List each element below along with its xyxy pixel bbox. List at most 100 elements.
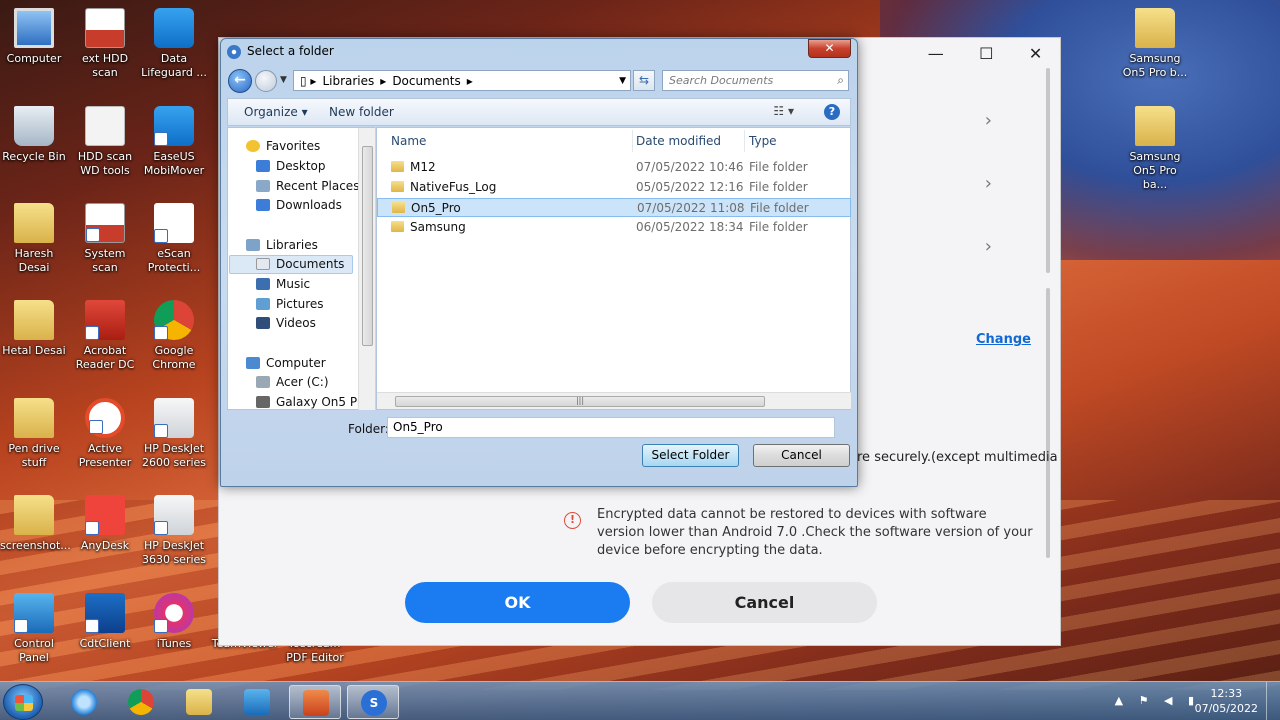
desktop-icon-ext-hdd-scan[interactable]: ext HDD scan — [71, 8, 139, 80]
desktop-icon-control-panel[interactable]: Control Panel — [0, 593, 68, 665]
smart-switch-icon: S — [361, 690, 387, 716]
desktop-icon-screenshot[interactable]: screenshot... — [0, 495, 71, 553]
show-desktop-button[interactable] — [1266, 682, 1280, 720]
system-tray[interactable]: ▲ ⚑ ◀ ▮ — [1115, 694, 1200, 707]
cancel-button[interactable]: Cancel — [652, 582, 877, 623]
taskbar-internet-explorer[interactable] — [58, 685, 110, 719]
change-link[interactable]: Change — [976, 332, 1031, 347]
desktop-icon-computer[interactable]: Computer — [0, 8, 68, 66]
taskbar-explorer[interactable] — [173, 685, 225, 719]
desktop-icon-itunes[interactable]: iTunes — [140, 593, 208, 651]
desktop-icon-label: HP DeskJet 2600 series — [141, 442, 207, 469]
close-button[interactable]: ✕ — [1029, 44, 1042, 63]
desktop-icon-active-presenter[interactable]: Active Presenter — [71, 398, 139, 470]
desktop-icon-samsung-on5-pro-b[interactable]: Samsung On5 Pro b... — [1121, 8, 1189, 80]
search-input[interactable]: Search Documents ⌕ — [662, 70, 849, 91]
horizontal-scrollbar-thumb[interactable]: ||| — [395, 396, 765, 407]
desktop-icon-hp-deskjet-3630-series[interactable]: HP DeskJet 3630 series — [140, 495, 208, 567]
recent-locations-dropdown[interactable]: ▼ — [280, 75, 287, 85]
column-divider[interactable] — [744, 130, 745, 152]
anydesk-icon — [85, 495, 125, 535]
taskbar-control-panel[interactable] — [231, 685, 283, 719]
folder-name-input[interactable]: On5_Pro — [387, 417, 835, 438]
scrollbar[interactable] — [1046, 68, 1050, 273]
clock[interactable]: 12:33 07/05/2022 — [1195, 686, 1258, 716]
nav-downloads[interactable]: Downloads — [256, 198, 342, 212]
taskbar-app-orange[interactable] — [289, 685, 341, 719]
file-row[interactable]: NativeFus_Log 05/05/2022 12:16 File folder — [377, 178, 851, 197]
refresh-button[interactable]: ⇆ — [633, 70, 655, 91]
chevron-right-icon[interactable]: › — [985, 110, 992, 131]
library-icon: ▯ ▸ — [300, 73, 317, 88]
nav-acer-drive[interactable]: Acer (C:) — [256, 375, 329, 389]
file-row[interactable]: Samsung 06/05/2022 18:34 File folder — [377, 218, 851, 237]
horizontal-scrollbar[interactable]: ||| — [377, 392, 851, 409]
help-icon[interactable]: ? — [824, 104, 840, 120]
desktop-icon-google-chrome[interactable]: Google Chrome — [140, 300, 208, 372]
column-name[interactable]: Name — [391, 128, 426, 154]
nav-pictures[interactable]: Pictures — [256, 297, 324, 311]
star-icon — [246, 140, 260, 152]
nav-desktop[interactable]: Desktop — [256, 159, 326, 173]
file-row[interactable]: M12 07/05/2022 10:46 File folder — [377, 158, 851, 177]
file-type: File folder — [749, 220, 808, 234]
nav-galaxy-device[interactable]: Galaxy On5 Pro — [256, 395, 369, 409]
desktop-icon-label: ext HDD scan — [81, 52, 129, 79]
desktop-icon-acrobat-reader-dc[interactable]: Acrobat Reader DC — [71, 300, 139, 372]
column-type[interactable]: Type — [749, 128, 777, 154]
scrollbar-lower[interactable] — [1046, 288, 1050, 558]
breadcrumb-libraries[interactable]: Libraries — [322, 74, 374, 88]
file-row[interactable]: On5_Pro 07/05/2022 11:08 File folder — [377, 198, 851, 217]
minimize-button[interactable]: — — [928, 44, 944, 63]
navigation-pane: Favorites Desktop Recent Places Download… — [227, 127, 375, 410]
desktop-icon-hetal-desai[interactable]: Hetal Desai — [0, 300, 68, 358]
address-dropdown-icon[interactable]: ▼ — [619, 76, 626, 86]
nav-scrollbar-thumb[interactable] — [362, 146, 373, 346]
start-button[interactable] — [3, 684, 43, 720]
desktop-icon-hp-deskjet-2600-series[interactable]: HP DeskJet 2600 series — [140, 398, 208, 470]
nav-videos[interactable]: Videos — [256, 316, 316, 330]
forward-button[interactable] — [255, 70, 277, 92]
chevron-right-icon[interactable]: ▸ — [380, 74, 386, 88]
taskbar-chrome[interactable] — [115, 685, 167, 719]
address-bar[interactable]: ▯ ▸ Libraries ▸ Documents ▸ ▼ — [293, 70, 631, 91]
desktop-icon-samsung-on5-pro-ba[interactable]: Samsung On5 Pro ba... — [1121, 106, 1189, 192]
desktop-icon-label: HDD scan WD tools — [77, 150, 133, 177]
folder-icon — [14, 203, 54, 243]
organize-button[interactable]: Organize ▾ — [244, 105, 308, 119]
dialog-cancel-button[interactable]: Cancel — [753, 444, 850, 467]
desktop-icon-data-lifeguard[interactable]: Data Lifeguard ... — [140, 8, 208, 80]
change-view-icon[interactable]: ☷ ▾ — [773, 104, 794, 118]
desktop-icon-anydesk[interactable]: AnyDesk — [71, 495, 139, 553]
desktop-icon-recycle-bin[interactable]: Recycle Bin — [0, 106, 68, 164]
nav-scrollbar[interactable] — [358, 128, 375, 410]
desktop-icon-pen-drive-stuff[interactable]: Pen drive stuff — [0, 398, 68, 470]
desktop-icon-easeus-mobimover[interactable]: EaseUS MobiMover — [140, 106, 208, 178]
column-divider[interactable] — [632, 130, 633, 152]
column-date-modified[interactable]: Date modified — [636, 128, 721, 154]
select-folder-button[interactable]: Select Folder — [642, 444, 739, 467]
desktop-icon-system-scan[interactable]: System scan — [71, 203, 139, 275]
ok-button[interactable]: OK — [405, 582, 630, 623]
dialog-close-button[interactable]: ✕ — [808, 39, 851, 58]
new-folder-button[interactable]: New folder — [329, 105, 394, 119]
chevron-right-icon[interactable]: › — [985, 173, 992, 194]
nav-documents[interactable]: Documents — [256, 257, 344, 271]
nav-music[interactable]: Music — [256, 277, 310, 291]
desktop-icon-hdd-scan-wd-tools[interactable]: HDD scan WD tools — [71, 106, 139, 178]
breadcrumb-documents[interactable]: Documents — [392, 74, 460, 88]
chevron-right-icon[interactable]: ▸ — [467, 74, 473, 88]
nav-libraries[interactable]: Libraries — [246, 238, 318, 252]
folder-icon — [14, 495, 54, 535]
maximize-button[interactable]: ☐ — [979, 44, 993, 63]
taskbar-smart-switch[interactable]: S — [347, 685, 399, 719]
nav-recent-places[interactable]: Recent Places — [256, 179, 359, 193]
nav-favorites[interactable]: Favorites — [246, 139, 320, 153]
back-button[interactable]: ← — [228, 69, 252, 93]
chevron-right-icon[interactable]: › — [985, 236, 992, 257]
desktop-icon-escan-protecti[interactable]: eScan Protecti... — [140, 203, 208, 275]
nav-computer[interactable]: Computer — [246, 356, 326, 370]
desktop-icon-haresh-desai[interactable]: Haresh Desai — [0, 203, 68, 275]
desktop-icon-cdtclient[interactable]: CdtClient — [71, 593, 139, 651]
scan-icon — [85, 8, 125, 48]
